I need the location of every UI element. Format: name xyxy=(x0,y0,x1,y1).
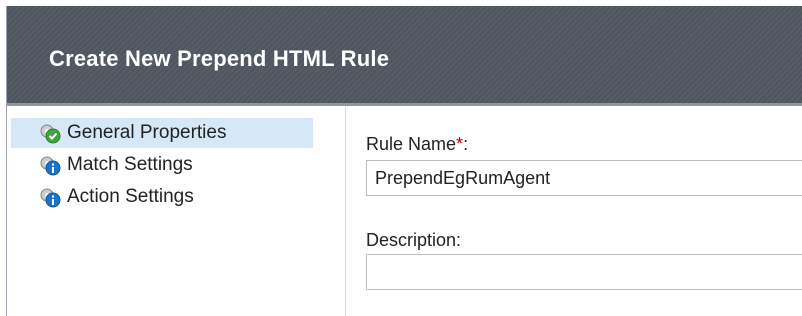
form-panel: Rule Name*: Description: xyxy=(346,106,802,316)
rule-name-label-text: Rule Name xyxy=(366,134,457,154)
gear-info-icon xyxy=(39,186,61,208)
description-input[interactable] xyxy=(366,254,802,290)
sidebar-item-label: General Properties xyxy=(67,122,227,143)
gear-check-icon xyxy=(39,122,61,144)
sidebar-item-general-properties[interactable]: General Properties xyxy=(11,118,313,148)
description-label: Description: xyxy=(366,230,462,250)
sidebar-item-match-settings[interactable]: Match Settings xyxy=(11,150,313,180)
dialog-header: Create New Prepend HTML Rule xyxy=(7,6,802,106)
rule-name-label: Rule Name*: xyxy=(366,134,468,155)
sidebar-item-action-settings[interactable]: Action Settings xyxy=(11,182,313,212)
required-marker: * xyxy=(456,134,464,154)
dialog: Create New Prepend HTML Rule General Pro… xyxy=(6,6,802,316)
sidebar-item-label: Action Settings xyxy=(67,186,194,207)
sidebar: General Properties Match Settings Action… xyxy=(7,106,346,316)
sidebar-item-label: Match Settings xyxy=(67,154,193,175)
dialog-title: Create New Prepend HTML Rule xyxy=(49,46,390,71)
gear-info-icon xyxy=(39,154,61,176)
rule-name-input[interactable] xyxy=(366,160,802,196)
rule-name-label-colon: : xyxy=(463,134,469,154)
